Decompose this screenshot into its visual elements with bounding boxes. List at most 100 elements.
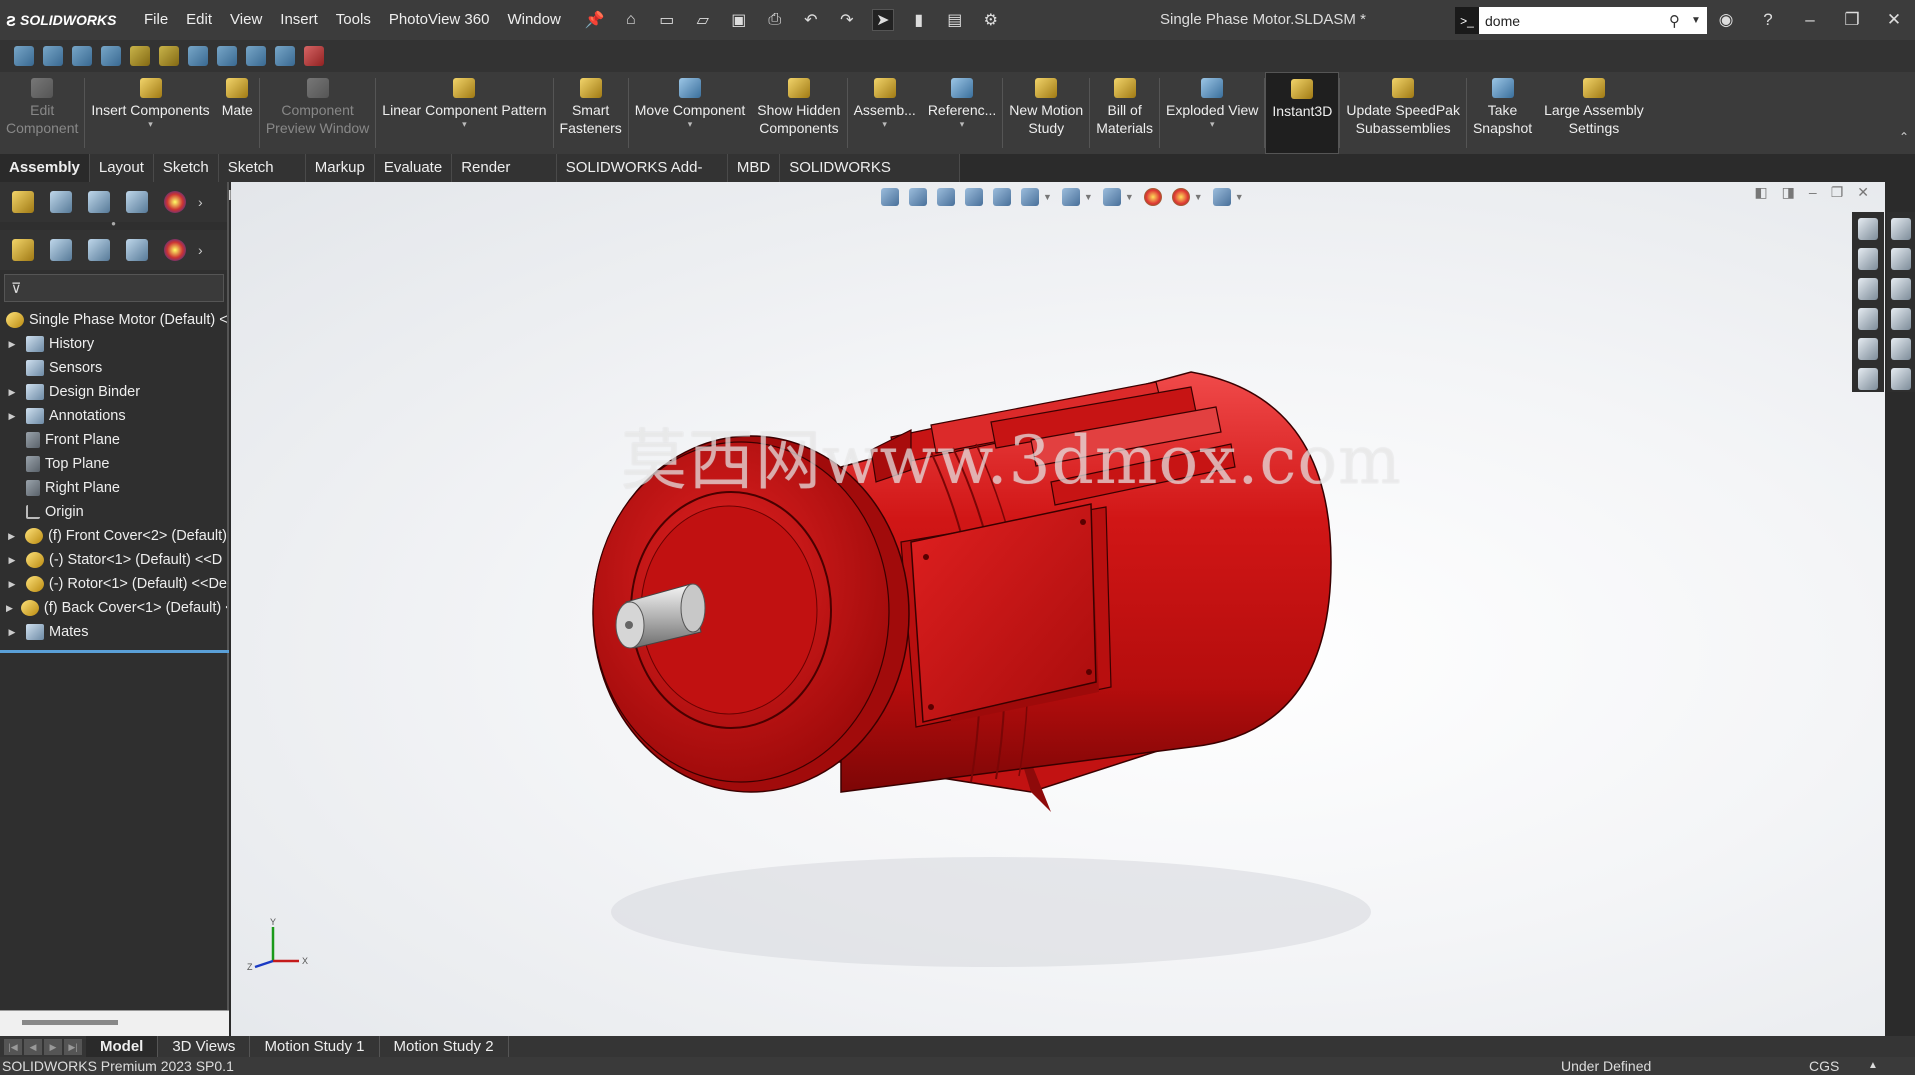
next-tab-icon[interactable]: ▶ — [44, 1038, 62, 1055]
ribbon-assembly-features-button[interactable]: Assemb... ▾ — [848, 72, 922, 154]
ribbon-instant3d-button[interactable]: Instant3D — [1265, 72, 1340, 154]
tree-item-part[interactable]: ▶ (-) Stator<1> (Default) <<D — [0, 548, 227, 572]
ribbon-insert-components-button[interactable]: Insert Components ▾ — [85, 72, 215, 154]
expand-arrow-icon[interactable]: ▶ — [6, 572, 18, 596]
chevron-right-icon[interactable]: › — [198, 242, 203, 258]
menu-tools[interactable]: Tools — [327, 0, 380, 40]
tree-item-part[interactable]: ▶ (f) Back Cover<1> (Default) < — [0, 596, 227, 620]
view-palette-icon[interactable] — [1891, 308, 1911, 330]
file-explorer-icon[interactable] — [1891, 278, 1911, 300]
tree-item-plane[interactable]: Right Plane — [0, 476, 227, 500]
chevron-down-icon[interactable]: ▾ — [148, 119, 153, 129]
tab-sketch-ink[interactable]: Sketch Ink — [219, 154, 306, 204]
design-library-icon[interactable] — [1858, 248, 1878, 270]
property-manager-tab-icon[interactable] — [50, 239, 72, 261]
home-icon[interactable]: ⌂ — [620, 9, 642, 31]
expand-arrow-icon[interactable]: ▶ — [6, 404, 18, 428]
rollback-bar[interactable] — [0, 650, 229, 653]
redo-icon[interactable]: ↷ — [836, 9, 858, 31]
tab-render-tools[interactable]: Render Tools — [452, 154, 557, 204]
tab-evaluate[interactable]: Evaluate — [375, 154, 453, 182]
tab-solidworks-add-ins[interactable]: SOLIDWORKS Add-Ins — [557, 154, 728, 204]
new-document-icon[interactable]: ▭ — [656, 9, 678, 31]
menu-edit[interactable]: Edit — [177, 0, 221, 40]
toolbar-icon-3[interactable] — [72, 46, 92, 66]
expand-arrow-icon[interactable]: ▶ — [6, 380, 18, 404]
chevron-up-icon[interactable]: ▲ — [1868, 1057, 1878, 1075]
feature-manager-tab-icon[interactable] — [12, 239, 34, 261]
tab-sketch[interactable]: Sketch — [154, 154, 219, 182]
tab-motion-study-2[interactable]: Motion Study 2 — [380, 1036, 509, 1057]
ribbon-bom-button[interactable]: Bill of Materials — [1090, 72, 1159, 154]
prev-tab-icon[interactable]: ◀ — [24, 1038, 42, 1055]
toolbar-icon-1[interactable] — [14, 46, 34, 66]
graphics-area[interactable]: ▼ ▼ ▼ ▼ ▼ ◧ ◨ – ❐ ✕ 莫西网www.3dmox.com Y X… — [231, 182, 1885, 1036]
tree-item-plane[interactable]: Top Plane — [0, 452, 227, 476]
configuration-manager-tab-icon[interactable] — [88, 239, 110, 261]
pin-icon[interactable]: 📌 — [584, 9, 606, 31]
tree-item-history[interactable]: ▶ History — [0, 332, 227, 356]
ribbon-large-assembly-button[interactable]: Large Assembly Settings — [1538, 72, 1650, 154]
ribbon-exploded-view-button[interactable]: Exploded View ▾ — [1160, 72, 1264, 154]
chevron-down-icon[interactable]: ▾ — [960, 119, 965, 129]
file-explorer-icon[interactable] — [1858, 278, 1878, 300]
dimxpert-tab-icon[interactable] — [126, 191, 148, 213]
appearances-icon[interactable] — [1858, 338, 1878, 360]
tree-item-part[interactable]: ▶ (-) Rotor<1> (Default) <<De — [0, 572, 227, 596]
tree-item-annotations[interactable]: ▶ Annotations — [0, 404, 227, 428]
scrollbar-thumb[interactable] — [22, 1020, 118, 1025]
custom-properties-icon[interactable] — [1858, 368, 1878, 390]
tree-item-part[interactable]: ▶ (f) Front Cover<2> (Default) — [0, 524, 227, 548]
tab-layout[interactable]: Layout — [90, 154, 154, 182]
traffic-light-icon[interactable]: ▮ — [908, 9, 930, 31]
ribbon-reference-geometry-button[interactable]: Referenc... ▾ — [922, 72, 1002, 154]
select-cursor-icon[interactable]: ➤ — [871, 9, 894, 31]
tab-3d-views[interactable]: 3D Views — [158, 1036, 251, 1057]
design-library-icon[interactable] — [1891, 248, 1911, 270]
chevron-right-icon[interactable]: › — [198, 194, 203, 210]
tab-model[interactable]: Model — [86, 1036, 159, 1057]
menu-photoview[interactable]: PhotoView 360 — [380, 0, 499, 40]
expand-arrow-icon[interactable]: ▶ — [6, 596, 13, 620]
tab-assembly[interactable]: Assembly — [0, 154, 90, 182]
first-tab-icon[interactable]: |◀ — [4, 1038, 22, 1055]
open-icon[interactable]: ▱ — [692, 9, 714, 31]
ribbon-mate-button[interactable]: Mate — [216, 72, 259, 154]
toolbar-icon-6[interactable] — [159, 46, 179, 66]
property-manager-tab-icon[interactable] — [50, 191, 72, 213]
search-box[interactable]: >_ dome ⚲ ▼ — [1455, 7, 1707, 34]
expand-arrow-icon[interactable]: ▶ — [6, 620, 18, 644]
toolbar-icon-5[interactable] — [130, 46, 150, 66]
account-icon[interactable]: ◉ — [1705, 10, 1747, 30]
motor-3d-model[interactable] — [231, 182, 1885, 1036]
toolbar-icon-7[interactable] — [188, 46, 208, 66]
tree-root-assembly[interactable]: Single Phase Motor (Default) < — [0, 308, 227, 332]
tree-item-plane[interactable]: Front Plane — [0, 428, 227, 452]
chevron-down-icon[interactable]: ▾ — [462, 119, 467, 129]
toolbar-icon-10[interactable] — [275, 46, 295, 66]
toolbar-icon-8[interactable] — [217, 46, 237, 66]
menu-file[interactable]: File — [135, 0, 177, 40]
expand-arrow-icon[interactable]: ▶ — [6, 332, 18, 356]
display-manager-tab-icon[interactable] — [164, 239, 186, 261]
collapse-ribbon-icon[interactable]: ⌃ — [1899, 130, 1909, 144]
chevron-down-icon[interactable]: ▾ — [882, 119, 887, 129]
file-properties-icon[interactable]: ▤ — [944, 9, 966, 31]
tab-markup[interactable]: Markup — [306, 154, 375, 182]
solidworks-resources-icon[interactable] — [1891, 218, 1911, 240]
expand-arrow-icon[interactable]: ▶ — [6, 548, 18, 572]
tab-mbd[interactable]: MBD — [728, 154, 781, 182]
appearances-icon[interactable] — [1891, 338, 1911, 360]
view-palette-icon[interactable] — [1858, 308, 1878, 330]
ribbon-speedpak-button[interactable]: Update SpeedPak Subassemblies — [1340, 72, 1466, 154]
custom-properties-icon[interactable] — [1891, 368, 1911, 390]
tree-filter[interactable]: ⊽ — [4, 274, 224, 302]
print-icon[interactable]: ⎙ — [764, 9, 786, 31]
ribbon-motion-study-button[interactable]: New Motion Study — [1003, 72, 1089, 154]
expand-arrow-icon[interactable]: ▶ — [6, 524, 17, 548]
chevron-down-icon[interactable]: ▾ — [688, 119, 693, 129]
display-manager-tab-icon[interactable] — [164, 191, 186, 213]
search-icon[interactable]: ⚲ — [1669, 12, 1691, 30]
tree-item-sensors[interactable]: Sensors — [0, 356, 227, 380]
tree-item-origin[interactable]: Origin — [0, 500, 227, 524]
